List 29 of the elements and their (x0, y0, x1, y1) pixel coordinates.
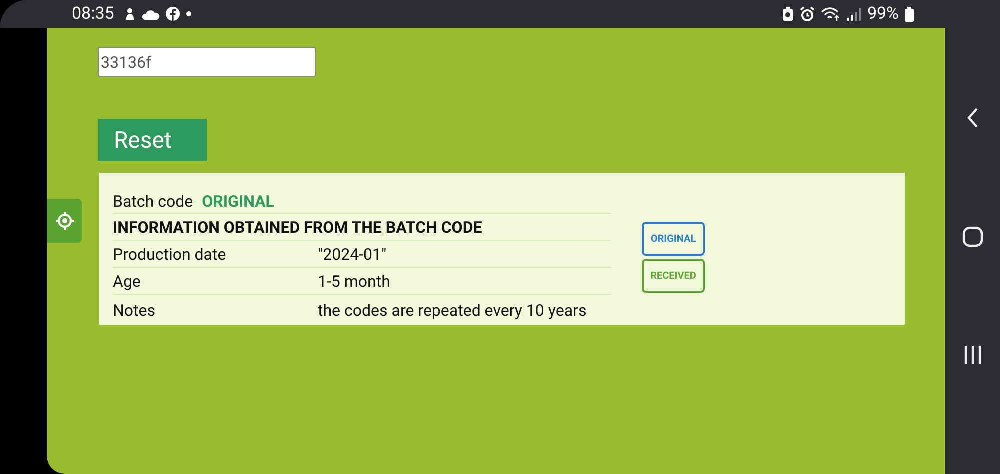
row-value: the codes are repeated every 10 years (318, 300, 587, 320)
stamp: ORIGINAL (642, 222, 705, 256)
row-label: Age (113, 272, 142, 290)
figure-icon (124, 8, 136, 20)
stamp: RECEIVED (642, 259, 705, 293)
code-field[interactable]: 33136f (98, 47, 316, 77)
section-heading: INFORMATION OBTAINED FROM THE BATCH CODE (113, 218, 482, 236)
battery-level: 99% (867, 4, 899, 24)
clock: 08:35 (72, 4, 114, 24)
alarm-icon (800, 6, 816, 22)
row-value: "2024-01" (318, 244, 387, 264)
row-value: 1-5 month (318, 272, 390, 290)
social-app-icon (166, 7, 180, 21)
battery-icon (905, 6, 914, 22)
row-label: Production date (113, 244, 228, 264)
dot-icon (186, 11, 192, 17)
wifi-icon (821, 7, 842, 21)
settings-icon (56, 212, 74, 230)
battery-saver-icon (782, 6, 794, 22)
reset-button[interactable]: Reset (98, 119, 207, 161)
cloud-icon (142, 8, 160, 20)
settings-tab[interactable] (47, 199, 82, 243)
back-icon[interactable] (966, 106, 980, 129)
batch-code-label: Batch code (113, 192, 194, 211)
signal-icon (847, 8, 862, 20)
batch-status: ORIGINAL (202, 192, 274, 211)
row-label: Notes (113, 300, 157, 320)
recent-apps-icon[interactable] (962, 345, 982, 366)
home-icon[interactable] (962, 226, 984, 248)
